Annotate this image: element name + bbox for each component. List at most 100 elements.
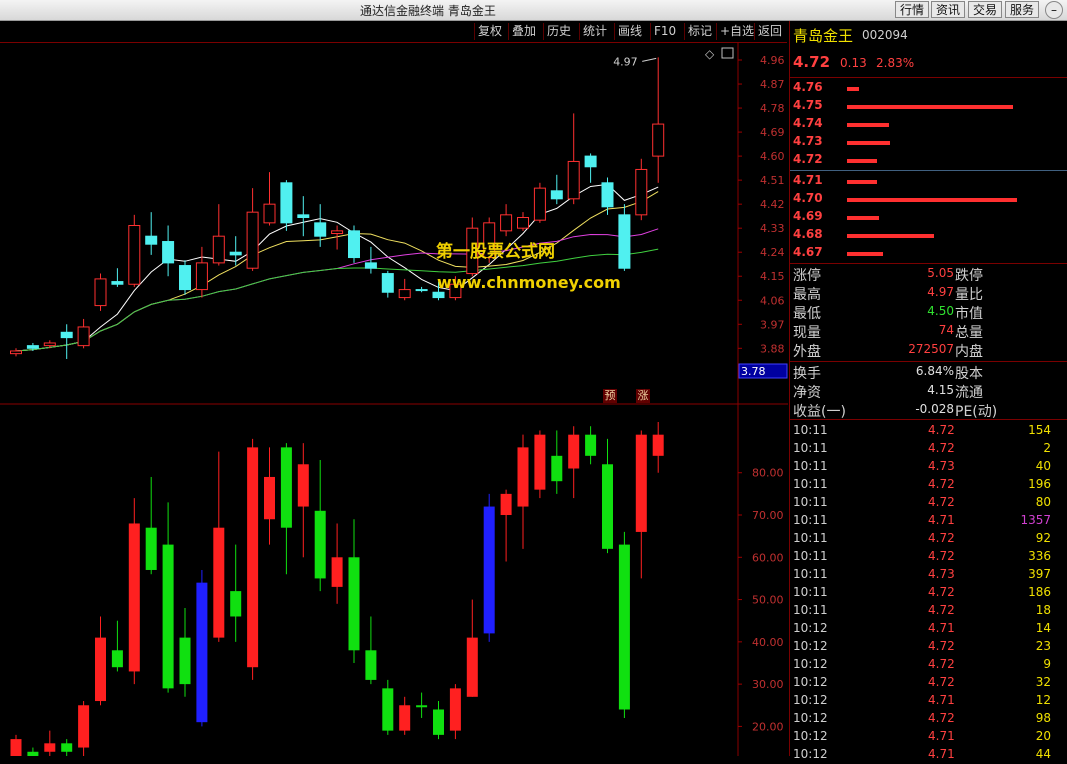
indicator-bar — [618, 544, 630, 710]
stat-row: 外盘 272507 内盘 — [793, 341, 1067, 360]
service-button[interactable]: 服务 — [1005, 1, 1039, 18]
ask-row[interactable]: 4.76 — [793, 79, 1063, 97]
price-axis-label: 3.97 — [760, 318, 785, 331]
indicator-bar — [534, 434, 546, 490]
tick-price: 4.72 — [928, 711, 955, 725]
indicator-bar — [517, 447, 529, 507]
tick-row: 10:12 4.72 32 — [793, 674, 1063, 692]
bid-row[interactable]: 4.71 — [793, 172, 1063, 190]
bid-price: 4.71 — [793, 173, 823, 187]
tick-price: 4.71 — [928, 513, 955, 527]
tick-row: 10:11 4.72 80 — [793, 494, 1063, 512]
stat-label-2: 内盘 — [955, 344, 983, 360]
tick-row: 10:11 4.72 18 — [793, 602, 1063, 620]
bid-ask-divider — [790, 170, 1067, 171]
candle-body — [60, 331, 73, 339]
ask-row[interactable]: 4.75 — [793, 97, 1063, 115]
indicator-bar — [433, 709, 444, 735]
tick-volume: 196 — [1028, 477, 1051, 491]
candle-body — [550, 190, 563, 200]
tool-history[interactable]: 历史 — [543, 23, 574, 40]
tick-row: 10:12 4.71 20 — [793, 728, 1063, 746]
tick-volume: 40 — [1035, 459, 1051, 473]
tick-row: 10:12 4.71 44 — [793, 746, 1063, 764]
tick-time: 10:12 — [793, 729, 828, 743]
bid-volume-bar — [847, 216, 879, 220]
candle-body — [297, 214, 310, 219]
stat-label: 换手 — [793, 366, 821, 382]
tick-row: 10:11 4.72 2 — [793, 440, 1063, 458]
tick-row: 10:11 4.72 196 — [793, 476, 1063, 494]
window-toggle-icon — [721, 47, 734, 59]
minimize-icon[interactable]: – — [1045, 1, 1063, 19]
indicator-bar — [365, 650, 377, 680]
market-button[interactable]: 行情 — [895, 1, 929, 18]
stat-label: 涨停 — [793, 268, 821, 284]
candle-body — [432, 291, 445, 299]
candle-body — [398, 289, 411, 299]
indicator-bar — [280, 447, 292, 528]
tick-row: 10:11 4.73 40 — [793, 458, 1063, 476]
price-change-pct: 2.83% — [876, 56, 915, 70]
indicator-bar — [348, 557, 360, 651]
ask-row[interactable]: 4.74 — [793, 115, 1063, 133]
indicator-bar — [314, 510, 326, 579]
ask-volume-bar — [847, 123, 889, 127]
tick-volume: 2 — [1043, 441, 1051, 455]
bid-row[interactable]: 4.67 — [793, 244, 1063, 262]
tick-volume: 14 — [1035, 621, 1051, 635]
tick-time: 10:11 — [793, 567, 828, 581]
price-axis-label: 4.69 — [760, 126, 785, 139]
candle-body — [331, 230, 344, 235]
price-change: 0.13 — [840, 56, 867, 70]
indicator-bar — [297, 464, 309, 507]
tick-volume: 186 — [1028, 585, 1051, 599]
indicator-bar — [331, 557, 343, 587]
stat-value: 6.84% — [915, 364, 954, 378]
divider — [790, 263, 1067, 264]
price-axis-label: 4.78 — [760, 102, 785, 115]
price-axis-label: 4.33 — [760, 222, 785, 235]
tool-add-favorite[interactable]: +自选 — [716, 23, 757, 40]
tick-row: 10:12 4.71 14 — [793, 620, 1063, 638]
tool-overlay[interactable]: 叠加 — [508, 23, 539, 40]
kline-chart-area[interactable]: 4.96 4.87 4.78 4.69 4.60 4.51 4.42 4.33 4.24 4.15… — [0, 42, 788, 756]
watermark-url: www.chnmoney.com — [437, 273, 621, 292]
indicator-bar — [483, 506, 495, 634]
ask-row[interactable]: 4.72 — [793, 151, 1063, 169]
ma60-line — [15, 248, 659, 352]
tick-row: 10:12 4.72 9 — [793, 656, 1063, 674]
indicator-bar — [585, 434, 597, 456]
candle-body — [145, 235, 158, 245]
tool-f10[interactable]: F10 — [650, 23, 679, 40]
divider — [790, 361, 1067, 362]
bid-row[interactable]: 4.70 — [793, 190, 1063, 208]
bid-row[interactable]: 4.69 — [793, 208, 1063, 226]
tick-price: 4.72 — [928, 531, 955, 545]
tick-price: 4.72 — [928, 585, 955, 599]
candle-body — [111, 281, 124, 285]
tick-price: 4.71 — [928, 747, 955, 761]
tool-mark[interactable]: 标记 — [684, 23, 715, 40]
indicator-bar — [466, 637, 478, 697]
tick-volume: 92 — [1035, 531, 1051, 545]
candle-body — [77, 326, 90, 347]
tool-draw[interactable]: 画线 — [614, 23, 645, 40]
stat-label: 最高 — [793, 287, 821, 303]
divider — [790, 419, 1067, 420]
zhang-marker: 涨 — [636, 389, 650, 403]
tool-fuquan[interactable]: 复权 — [474, 23, 505, 40]
bid-row[interactable]: 4.68 — [793, 226, 1063, 244]
tick-time: 10:11 — [793, 513, 828, 527]
tool-back[interactable]: 返回 — [754, 23, 785, 40]
stat-label-2: 市值 — [955, 306, 983, 322]
indicator-bar — [602, 464, 613, 549]
bid-volume-bar — [847, 234, 934, 238]
trade-button[interactable]: 交易 — [968, 1, 1002, 18]
tick-price: 4.73 — [928, 459, 955, 473]
tool-stats[interactable]: 统计 — [579, 23, 610, 40]
ask-row[interactable]: 4.73 — [793, 133, 1063, 151]
news-button[interactable]: 资讯 — [931, 1, 965, 18]
tick-row: 10:12 4.72 23 — [793, 638, 1063, 656]
tick-time: 10:12 — [793, 693, 828, 707]
